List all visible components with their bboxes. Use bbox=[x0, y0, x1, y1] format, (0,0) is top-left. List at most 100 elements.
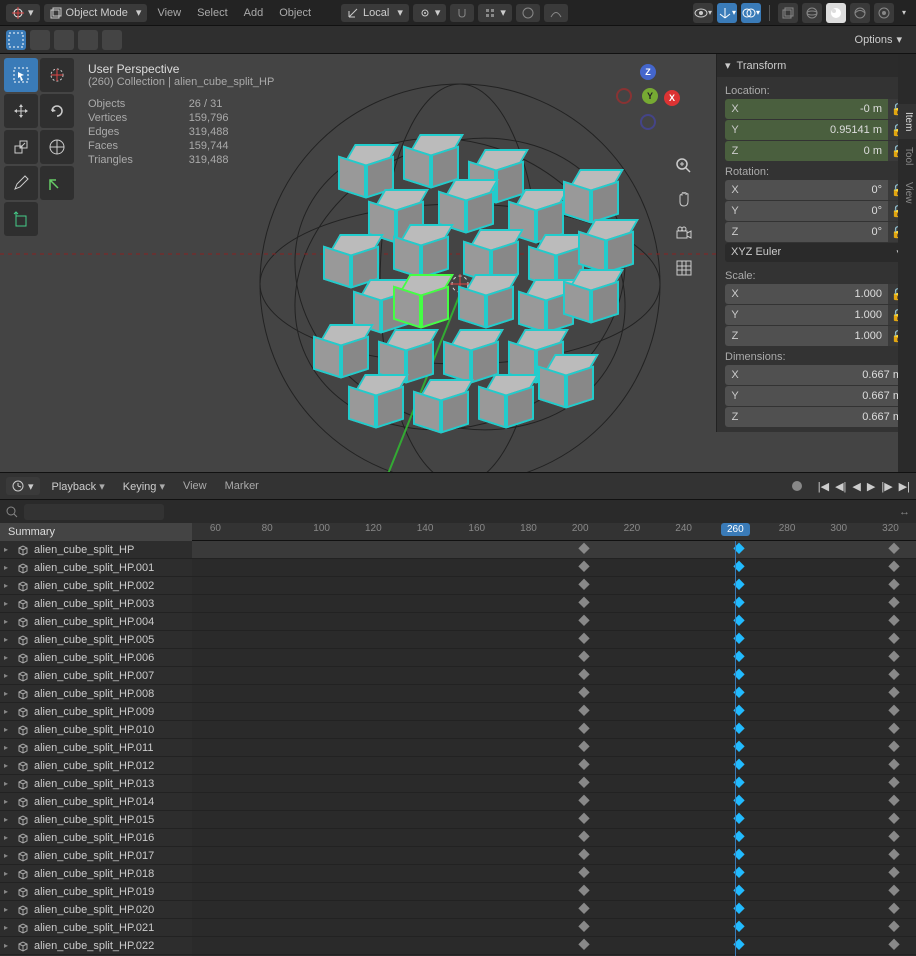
jump-prev-keyframe[interactable]: ◀| bbox=[835, 480, 846, 493]
track-row[interactable] bbox=[192, 631, 916, 649]
keyframe-diamond[interactable] bbox=[888, 632, 899, 643]
tool-add-cube[interactable] bbox=[4, 202, 38, 236]
location-z-field[interactable]: Z0 m🔓 bbox=[725, 141, 908, 161]
track-row[interactable] bbox=[192, 937, 916, 955]
keyframe-diamond[interactable] bbox=[888, 614, 899, 625]
viewport-3d[interactable]: User Perspective (260) Collection | alie… bbox=[0, 54, 916, 472]
gizmo-neg-z[interactable] bbox=[640, 114, 656, 130]
gizmo-y[interactable]: Y bbox=[642, 88, 658, 104]
menu-object[interactable]: Object bbox=[273, 7, 317, 19]
tab-view[interactable]: View bbox=[898, 174, 916, 212]
keyframe-diamond[interactable] bbox=[578, 650, 589, 661]
keyframe-diamond[interactable] bbox=[888, 668, 899, 679]
perspective-toggle[interactable] bbox=[672, 256, 696, 280]
rotation-mode-select[interactable]: XYZ Euler▾ bbox=[725, 243, 908, 262]
tool-move[interactable] bbox=[4, 94, 38, 128]
menu-view[interactable]: View bbox=[151, 7, 187, 19]
keyframe-diamond[interactable] bbox=[888, 938, 899, 949]
keyframe-diamond[interactable] bbox=[578, 938, 589, 949]
orientation-menu[interactable]: Local ▾ bbox=[341, 4, 409, 22]
track-row[interactable] bbox=[192, 559, 916, 577]
track-row[interactable] bbox=[192, 847, 916, 865]
expand-icon[interactable]: ▸ bbox=[4, 941, 12, 950]
menu-keying[interactable]: Keying ▾ bbox=[117, 480, 171, 493]
keyframe-diamond[interactable] bbox=[888, 740, 899, 751]
expand-icon[interactable]: ▸ bbox=[4, 905, 12, 914]
dim-x-field[interactable]: X0.667 m bbox=[725, 365, 908, 385]
jump-next-keyframe[interactable]: |▶ bbox=[881, 480, 892, 493]
track-row[interactable] bbox=[192, 613, 916, 631]
menu-marker[interactable]: Marker bbox=[219, 480, 265, 492]
keyframe-diamond[interactable] bbox=[578, 596, 589, 607]
keyframe-diamond[interactable] bbox=[888, 704, 899, 715]
pan-button[interactable] bbox=[672, 188, 696, 212]
select-intersect-icon[interactable] bbox=[102, 30, 122, 50]
shading-wireframe[interactable] bbox=[802, 3, 822, 23]
channel-row[interactable]: ▸ alien_cube_split_HP.013 bbox=[0, 775, 192, 793]
channel-row[interactable]: ▸ alien_cube_split_HP.004 bbox=[0, 613, 192, 631]
menu-playback[interactable]: Playback ▾ bbox=[46, 480, 111, 493]
keyframe-diamond[interactable] bbox=[888, 560, 899, 571]
track-row[interactable] bbox=[192, 919, 916, 937]
curve-falloff[interactable] bbox=[544, 4, 568, 22]
track-row[interactable] bbox=[192, 865, 916, 883]
track-row[interactable] bbox=[192, 829, 916, 847]
summary-row-label[interactable]: Summary bbox=[0, 523, 192, 541]
pivot-menu[interactable]: ▾ bbox=[413, 4, 447, 22]
channel-row[interactable]: ▸ alien_cube_split_HP.021 bbox=[0, 919, 192, 937]
keyframe-diamond[interactable] bbox=[888, 542, 899, 553]
keyframe-diamond[interactable] bbox=[888, 866, 899, 877]
expand-icon[interactable]: ▸ bbox=[4, 725, 12, 734]
select-subtract-icon[interactable] bbox=[54, 30, 74, 50]
keyframe-diamond[interactable] bbox=[578, 614, 589, 625]
timeline-channel-list[interactable]: Summary ▸ alien_cube_split_HP▸ alien_cub… bbox=[0, 523, 192, 956]
scale-x-field[interactable]: X1.000🔓 bbox=[725, 284, 908, 304]
track-row[interactable] bbox=[192, 811, 916, 829]
track-row[interactable] bbox=[192, 901, 916, 919]
keyframe-diamond[interactable] bbox=[578, 848, 589, 859]
timeline-editor-type[interactable]: ▾ bbox=[6, 477, 40, 495]
gizmo-x[interactable]: X bbox=[664, 90, 680, 106]
track-row[interactable] bbox=[192, 595, 916, 613]
menu-view-tl[interactable]: View bbox=[177, 480, 213, 492]
track-row[interactable] bbox=[192, 577, 916, 595]
channel-row[interactable]: ▸ alien_cube_split_HP bbox=[0, 541, 192, 559]
keyframe-diamond[interactable] bbox=[578, 560, 589, 571]
auto-keying-toggle[interactable] bbox=[792, 481, 802, 491]
channel-row[interactable]: ▸ alien_cube_split_HP.019 bbox=[0, 883, 192, 901]
keyframe-diamond[interactable] bbox=[578, 722, 589, 733]
keyframe-diamond[interactable] bbox=[578, 830, 589, 841]
keyframe-diamond[interactable] bbox=[578, 920, 589, 931]
channel-row[interactable]: ▸ alien_cube_split_HP.006 bbox=[0, 649, 192, 667]
keyframe-diamond[interactable] bbox=[888, 848, 899, 859]
track-row[interactable] bbox=[192, 667, 916, 685]
timeline-ruler[interactable]: 6080100120140160180200220240260280300320… bbox=[192, 523, 916, 541]
expand-icon[interactable]: ▸ bbox=[4, 815, 12, 824]
keyframe-diamond[interactable] bbox=[888, 884, 899, 895]
keyframe-diamond[interactable] bbox=[888, 830, 899, 841]
keyframe-diamond[interactable] bbox=[578, 902, 589, 913]
keyframe-diamond[interactable] bbox=[888, 920, 899, 931]
camera-view-button[interactable] bbox=[672, 222, 696, 246]
keyframe-diamond[interactable] bbox=[578, 740, 589, 751]
snap-menu[interactable] bbox=[450, 4, 474, 22]
expand-icon[interactable]: ▸ bbox=[4, 563, 12, 572]
channel-row[interactable]: ▸ alien_cube_split_HP.016 bbox=[0, 829, 192, 847]
channel-row[interactable]: ▸ alien_cube_split_HP.011 bbox=[0, 739, 192, 757]
keyframe-diamond[interactable] bbox=[578, 776, 589, 787]
keyframe-diamond[interactable] bbox=[888, 902, 899, 913]
tool-rotate[interactable] bbox=[40, 94, 74, 128]
n-panel-transform-header[interactable]: ▾ Transform ⠿ bbox=[717, 54, 916, 77]
keyframe-diamond[interactable] bbox=[888, 686, 899, 697]
keyframe-diamond[interactable] bbox=[578, 578, 589, 589]
keyframe-diamond[interactable] bbox=[888, 722, 899, 733]
gizmo-z[interactable]: Z bbox=[640, 64, 656, 80]
keyframe-diamond[interactable] bbox=[888, 650, 899, 661]
keyframe-diamond[interactable] bbox=[888, 758, 899, 769]
channel-row[interactable]: ▸ alien_cube_split_HP.001 bbox=[0, 559, 192, 577]
active-object-cube[interactable] bbox=[395, 274, 451, 330]
channel-row[interactable]: ▸ alien_cube_split_HP.010 bbox=[0, 721, 192, 739]
expand-icon[interactable]: ▸ bbox=[4, 851, 12, 860]
keyframe-diamond[interactable] bbox=[888, 812, 899, 823]
channel-row[interactable]: ▸ alien_cube_split_HP.018 bbox=[0, 865, 192, 883]
